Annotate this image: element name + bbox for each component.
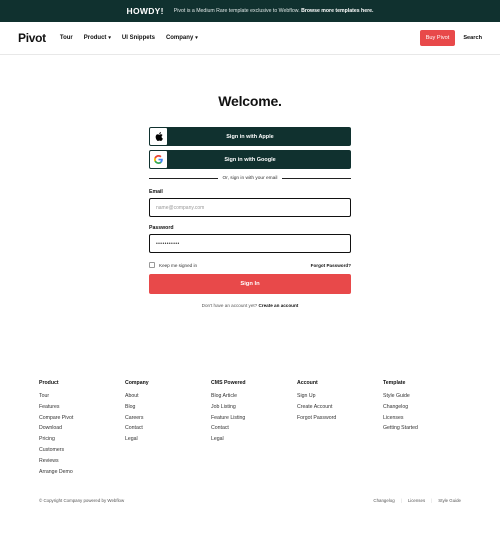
apple-signin-label: Sign in with Apple — [226, 133, 274, 140]
footer-link[interactable]: Pricing — [39, 436, 125, 447]
apple-signin-button[interactable]: Sign in with Apple — [149, 127, 351, 146]
email-label: Email — [149, 189, 163, 195]
footer-column-product: Product Tour Features Compare Pivot Down… — [39, 380, 125, 479]
keep-signed-in-checkbox[interactable] — [149, 262, 155, 268]
footer-link[interactable]: Blog Article — [211, 393, 297, 404]
footer-link[interactable]: Customers — [39, 447, 125, 458]
footer-column-cms: CMS Powered Blog Article Job Listing Fea… — [211, 380, 297, 479]
logo[interactable]: Pivot — [18, 31, 46, 45]
nav-link-company[interactable]: Company ▾ — [166, 35, 198, 41]
divider-line — [149, 177, 218, 179]
banner-text: Pivot is a Medium Rare template exclusiv… — [174, 8, 374, 14]
footer-column-title: Template — [383, 380, 406, 386]
footer: Product Tour Features Compare Pivot Down… — [39, 380, 469, 479]
divider-text: Or, sign in with your email — [222, 175, 278, 181]
nav-link-ui-snippets[interactable]: UI Snippets — [122, 35, 155, 41]
main-nav: Pivot Tour Product ▾ UI Snippets Company… — [0, 22, 500, 55]
footer-link[interactable]: Download — [39, 425, 125, 436]
separator: | — [400, 498, 402, 503]
footer-link[interactable]: Forgot Password — [297, 415, 383, 426]
page-title: Welcome. — [218, 93, 282, 109]
footer-link[interactable]: Tour — [39, 393, 125, 404]
footer-link[interactable]: Job Listing — [211, 404, 297, 415]
keep-signed-in-label: Keep me signed in — [159, 262, 198, 268]
footer-column-title: Account — [297, 380, 318, 386]
google-signin-label: Sign in with Google — [224, 156, 276, 163]
footer-link[interactable]: Legal — [125, 436, 211, 447]
forgot-password-link[interactable]: Forgot Password? — [311, 263, 351, 268]
separator: | — [431, 498, 433, 503]
footer-link[interactable]: Style Guide — [383, 393, 469, 404]
google-signin-button[interactable]: Sign in with Google — [149, 150, 351, 169]
password-label: Password — [149, 225, 174, 231]
sign-in-button[interactable]: Sign In — [149, 274, 351, 294]
footer-link[interactable]: Legal — [211, 436, 297, 447]
copyright: © Copyright Company powered by Webflow — [39, 498, 125, 503]
footer-link[interactable]: About — [125, 393, 211, 404]
footer-bottom-links: Changelog | Licenses | Style Guide — [373, 498, 461, 503]
footer-link[interactable]: Contact — [211, 425, 297, 436]
search-link[interactable]: Search — [463, 35, 482, 41]
signin-form: Sign in with Apple Sign in with Google O… — [149, 127, 352, 308]
divider-line — [282, 177, 352, 179]
footer-link[interactable]: Arrange Demo — [39, 469, 125, 480]
footer-link[interactable]: Licenses — [383, 415, 469, 426]
email-field[interactable]: name@company.com — [149, 198, 351, 217]
footer-link[interactable]: Contact — [125, 425, 211, 436]
password-field[interactable]: ••••••••••• — [149, 234, 351, 253]
footer-link[interactable]: Blog — [125, 404, 211, 415]
no-account-text: Don't have an account yet? Create an acc… — [149, 303, 351, 308]
banner-message: Pivot is a Medium Rare template exclusiv… — [173, 8, 300, 14]
nav-link-label: UI Snippets — [121, 35, 155, 41]
nav-link-label: Company — [165, 35, 194, 41]
footer-column-title: Product — [39, 380, 59, 386]
footer-bottom-link-changelog[interactable]: Changelog — [373, 498, 394, 503]
nav-actions: Buy Pivot Search — [419, 30, 482, 46]
chevron-down-icon: ▾ — [108, 35, 111, 41]
footer-link[interactable]: Create Account — [297, 404, 383, 415]
banner-link[interactable]: Browse more templates here. — [301, 8, 373, 14]
footer-link[interactable]: Features — [39, 404, 125, 415]
footer-link[interactable]: Changelog — [383, 404, 469, 415]
divider: Or, sign in with your email — [149, 173, 352, 183]
footer-link[interactable]: Careers — [125, 415, 211, 426]
footer-column-title: CMS Powered — [211, 380, 246, 386]
buy-button[interactable]: Buy Pivot — [419, 30, 456, 46]
footer-bottom: © Copyright Company powered by Webflow C… — [39, 498, 461, 503]
banner-badge: HOWDY! — [126, 6, 164, 16]
announcement-banner: HOWDY! Pivot is a Medium Rare template e… — [0, 0, 500, 22]
no-account-message: Don't have an account yet? — [201, 303, 258, 308]
nav-link-label: Product — [83, 35, 107, 41]
chevron-down-icon: ▾ — [195, 35, 198, 41]
nav-link-label: Tour — [59, 35, 73, 41]
options-row: Keep me signed in Forgot Password? — [149, 262, 351, 268]
footer-link[interactable]: Sign Up — [297, 393, 383, 404]
footer-column-title: Company — [125, 380, 149, 386]
footer-link[interactable]: Feature Listing — [211, 415, 297, 426]
footer-column-company: Company About Blog Careers Contact Legal — [125, 380, 211, 479]
footer-column-account: Account Sign Up Create Account Forgot Pa… — [297, 380, 383, 479]
footer-link[interactable]: Getting Started — [383, 425, 469, 436]
create-account-link[interactable]: Create an account — [258, 303, 298, 308]
nav-link-product[interactable]: Product ▾ — [84, 35, 111, 41]
footer-link[interactable]: Reviews — [39, 458, 125, 469]
footer-bottom-link-licenses[interactable]: Licenses — [408, 498, 425, 503]
footer-bottom-link-style-guide[interactable]: Style Guide — [438, 498, 461, 503]
nav-link-tour[interactable]: Tour — [60, 35, 73, 41]
footer-column-template: Template Style Guide Changelog Licenses … — [383, 380, 469, 479]
keep-signed-in[interactable]: Keep me signed in — [149, 262, 197, 268]
footer-link[interactable]: Compare Pivot — [39, 415, 125, 426]
